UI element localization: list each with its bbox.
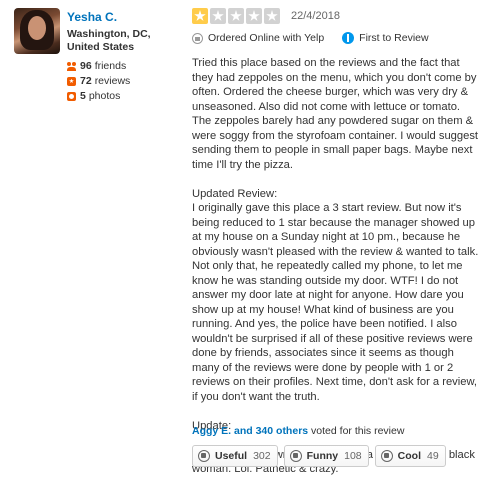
review-paragraph: Tried this place based on the reviews an… [192, 57, 479, 171]
review-meta: Ordered Online with Yelp First to Review [192, 32, 429, 44]
friends-icon [67, 61, 76, 71]
photos-stat: 5 photos [67, 90, 120, 102]
funny-count: 108 [344, 450, 362, 462]
friends-count: 96 [80, 60, 92, 72]
avatar-face [28, 16, 46, 40]
smiley-icon [289, 450, 302, 462]
friends-stat: 96 friends [67, 60, 126, 72]
voters-link[interactable]: Aggy E. and 340 others [192, 425, 308, 437]
star-icon [67, 76, 76, 86]
star-empty-icon [246, 8, 262, 24]
cool-button[interactable]: Cool 49 [374, 445, 446, 467]
photos-count: 5 [80, 90, 86, 102]
review-paragraph: Updated Review: I originally gave this p… [192, 187, 479, 403]
shopping-bag-icon [192, 32, 203, 44]
reviews-label: reviews [94, 75, 131, 87]
friends-label: friends [94, 60, 127, 72]
cool-count: 49 [426, 450, 439, 462]
reviews-stat: 72 reviews [67, 75, 130, 87]
cool-label: Cool [397, 450, 421, 462]
ordered-online-label: Ordered Online with Yelp [208, 32, 325, 44]
vote-summary: Aggy E. and 340 others voted for this re… [192, 425, 404, 437]
camera-icon [67, 91, 76, 101]
voters-suffix: voted for this review [308, 425, 405, 437]
funny-label: Funny [306, 450, 339, 462]
user-location: Washington, DC, United States [67, 28, 151, 53]
sunglasses-icon [380, 450, 393, 462]
vote-buttons: Useful 302 Funny 108 Cool 49 [192, 445, 452, 467]
useful-count: 302 [253, 450, 271, 462]
avatar[interactable] [14, 8, 60, 54]
star-empty-icon [264, 8, 280, 24]
useful-label: Useful [215, 450, 248, 462]
reviews-count: 72 [80, 75, 92, 87]
user-name-link[interactable]: Yesha C. [67, 10, 117, 24]
star-empty-icon [228, 8, 244, 24]
star-rating [192, 8, 282, 24]
funny-button[interactable]: Funny 108 [283, 445, 369, 467]
lightbulb-icon [198, 450, 210, 462]
star-empty-icon [210, 8, 226, 24]
review-date: 22/4/2018 [291, 10, 340, 22]
star-filled-icon [192, 8, 208, 24]
first-to-review-label: First to Review [359, 32, 429, 44]
useful-button[interactable]: Useful 302 [192, 445, 278, 467]
info-icon [342, 32, 355, 44]
photos-label: photos [88, 90, 121, 102]
